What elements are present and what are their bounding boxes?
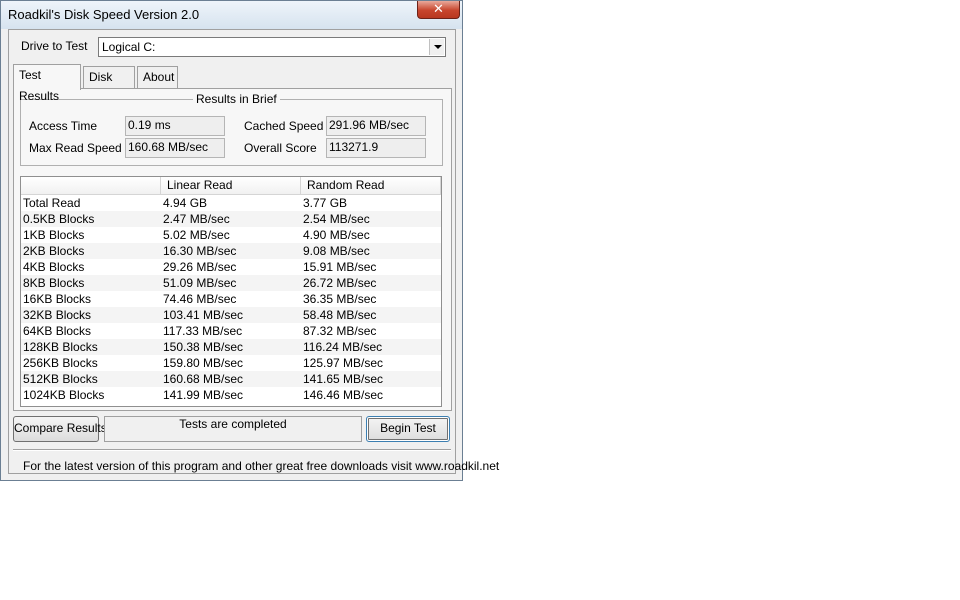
begin-test-button[interactable]: Begin Test	[366, 416, 450, 442]
tab-disk-info[interactable]: Disk Info	[83, 66, 135, 105]
test-results-panel: Results in Brief Access Time 0.19 ms Cac…	[13, 88, 452, 411]
cell-linear-read: 4.94 GB	[163, 196, 208, 210]
access-time-value: 0.19 ms	[125, 116, 225, 136]
group-title: Results in Brief	[193, 92, 280, 106]
app-window: Roadkil's Disk Speed Version 2.0 ✕ Drive…	[0, 0, 499, 481]
cell-block-size: 8KB Blocks	[23, 276, 85, 290]
cell-random-read: 4.90 MB/sec	[303, 228, 370, 242]
cell-block-size: 32KB Blocks	[23, 308, 92, 322]
table-row[interactable]: 128KB Blocks 150.38 MB/sec 116.24 MB/sec	[21, 339, 441, 355]
header-cell-linear-read[interactable]: Linear Read	[161, 177, 301, 194]
client-area: Drive to Test Logical C: Test Results Di…	[8, 29, 499, 474]
drive-label: Drive to Test	[21, 39, 88, 53]
cell-random-read: 2.54 MB/sec	[303, 212, 370, 226]
max-read-speed-label: Max Read Speed	[29, 141, 122, 155]
cell-block-size: 1024KB Blocks	[23, 388, 105, 402]
cell-block-size: Total Read	[23, 196, 81, 210]
cell-block-size: 128KB Blocks	[23, 340, 98, 354]
table-row[interactable]: 1KB Blocks 5.02 MB/sec 4.90 MB/sec	[21, 227, 441, 243]
cell-random-read: 3.77 GB	[303, 196, 348, 210]
cell-block-size: 16KB Blocks	[23, 292, 92, 306]
cell-block-size: 4KB Blocks	[23, 260, 85, 274]
cell-linear-read: 103.41 MB/sec	[163, 308, 244, 322]
cell-linear-read: 141.99 MB/sec	[163, 388, 244, 402]
cell-linear-read: 16.30 MB/sec	[163, 244, 237, 258]
cell-random-read: 15.91 MB/sec	[303, 260, 377, 274]
table-row[interactable]: 0.5KB Blocks 2.47 MB/sec 2.54 MB/sec	[21, 211, 441, 227]
header-cell-random-read[interactable]: Random Read	[301, 177, 441, 194]
cell-random-read: 116.24 MB/sec	[303, 340, 383, 354]
chevron-down-icon[interactable]	[429, 39, 444, 55]
cell-random-read: 141.65 MB/sec	[303, 372, 384, 386]
status-text: Tests are completed	[104, 416, 362, 442]
table-header: Linear Read Random Read	[21, 177, 441, 195]
cell-linear-read: 51.09 MB/sec	[163, 276, 237, 290]
cell-random-read: 58.48 MB/sec	[303, 308, 377, 322]
compare-results-button[interactable]: Compare Results	[13, 416, 107, 442]
table-row[interactable]: 256KB Blocks 159.80 MB/sec 125.97 MB/sec	[21, 355, 441, 371]
table-row[interactable]: 512KB Blocks 160.68 MB/sec 141.65 MB/sec	[21, 371, 441, 387]
table-row[interactable]: 8KB Blocks 51.09 MB/sec 26.72 MB/sec	[21, 275, 441, 291]
table-row[interactable]: 1024KB Blocks 141.99 MB/sec 146.46 MB/sec	[21, 387, 441, 403]
cell-random-read: 9.08 MB/sec	[303, 244, 370, 258]
results-table[interactable]: Linear Read Random Read Total Read 4.94 G…	[20, 176, 442, 407]
title-bar[interactable]: Roadkil's Disk Speed Version 2.0 ✕	[1, 1, 462, 29]
table-row[interactable]: 2KB Blocks 16.30 MB/sec 9.08 MB/sec	[21, 243, 441, 259]
table-row[interactable]: Total Read 4.94 GB 3.77 GB	[21, 195, 441, 211]
table-row[interactable]: 16KB Blocks 74.46 MB/sec 36.35 MB/sec	[21, 291, 441, 307]
drive-select-value: Logical C:	[102, 40, 156, 54]
tab-about[interactable]: About	[137, 66, 178, 88]
drive-select[interactable]: Logical C:	[98, 37, 446, 57]
results-in-brief-group: Results in Brief Access Time 0.19 ms Cac…	[20, 92, 443, 166]
cell-linear-read: 2.47 MB/sec	[163, 212, 230, 226]
tab-label: About	[143, 70, 175, 84]
cell-linear-read: 117.33 MB/sec	[163, 324, 243, 338]
cell-random-read: 87.32 MB/sec	[303, 324, 377, 338]
header-cell-name[interactable]	[21, 177, 161, 194]
cell-linear-read: 159.80 MB/sec	[163, 356, 244, 370]
cell-linear-read: 5.02 MB/sec	[163, 228, 230, 242]
overall-score-label: Overall Score	[244, 141, 317, 155]
close-button[interactable]: ✕	[417, 1, 460, 19]
max-read-speed-value: 160.68 MB/sec	[125, 138, 225, 158]
tab-test-results[interactable]: Test Results	[13, 64, 81, 103]
overall-score-value: 113271.9	[326, 138, 426, 158]
cached-speed-value: 291.96 MB/sec	[326, 116, 426, 136]
cell-linear-read: 160.68 MB/sec	[163, 372, 244, 386]
footer-text: For the latest version of this program a…	[23, 459, 500, 473]
cell-block-size: 2KB Blocks	[23, 244, 85, 258]
cached-speed-label: Cached Speed	[244, 119, 324, 133]
access-time-label: Access Time	[29, 119, 98, 133]
cell-random-read: 146.46 MB/sec	[303, 388, 384, 402]
cell-random-read: 26.72 MB/sec	[303, 276, 377, 290]
cell-linear-read: 29.26 MB/sec	[163, 260, 237, 274]
cell-random-read: 36.35 MB/sec	[303, 292, 377, 306]
cell-block-size: 64KB Blocks	[23, 324, 92, 338]
table-row[interactable]: 64KB Blocks 117.33 MB/sec 87.32 MB/sec	[21, 323, 441, 339]
cell-random-read: 125.97 MB/sec	[303, 356, 384, 370]
cell-linear-read: 74.46 MB/sec	[163, 292, 237, 306]
footer-divider	[13, 449, 451, 451]
cell-block-size: 0.5KB Blocks	[23, 212, 95, 226]
table-row[interactable]: 32KB Blocks 103.41 MB/sec 58.48 MB/sec	[21, 307, 441, 323]
cell-linear-read: 150.38 MB/sec	[163, 340, 244, 354]
cell-block-size: 256KB Blocks	[23, 356, 98, 370]
cell-block-size: 1KB Blocks	[23, 228, 85, 242]
table-row[interactable]: 4KB Blocks 29.26 MB/sec 15.91 MB/sec	[21, 259, 441, 275]
tab-label: Test Results	[19, 68, 60, 103]
window-title: Roadkil's Disk Speed Version 2.0	[8, 7, 200, 22]
cell-block-size: 512KB Blocks	[23, 372, 98, 386]
close-icon: ✕	[433, 1, 444, 16]
